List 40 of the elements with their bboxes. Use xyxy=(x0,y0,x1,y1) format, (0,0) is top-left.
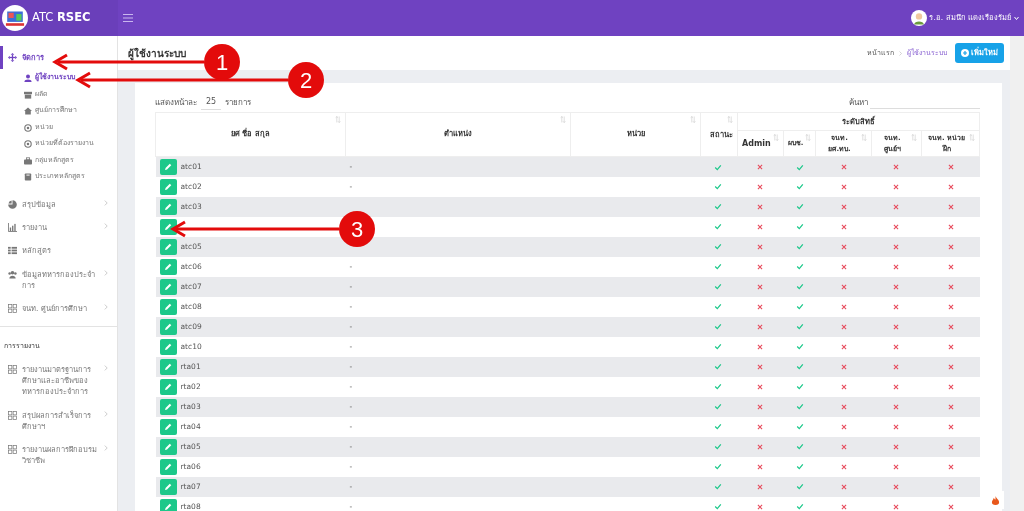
avatar-icon xyxy=(911,10,928,26)
edit-button[interactable] xyxy=(159,218,177,235)
search-label: ค้นหา xyxy=(849,96,868,109)
sort-icon xyxy=(860,134,867,141)
caret-icon xyxy=(1013,15,1020,21)
pie-chart-icon xyxy=(8,199,17,209)
archive-icon xyxy=(24,90,32,99)
sort-icon xyxy=(335,116,341,123)
scrollbar[interactable] xyxy=(1010,36,1024,511)
page-length-select[interactable]: 25 xyxy=(201,95,222,110)
sort-icon xyxy=(772,134,779,141)
sort-icon xyxy=(690,116,696,123)
move-icon xyxy=(8,53,17,62)
annotation-badge: 1 xyxy=(204,44,240,80)
breadcrumb-separator-icon xyxy=(898,49,903,57)
column-header[interactable]: Admin xyxy=(737,130,784,157)
logo-icon xyxy=(2,5,28,31)
page-title: ผู้ใช้งานระบบ xyxy=(128,46,186,61)
users-icon xyxy=(8,269,17,279)
length-label: แสดงหน้าละ xyxy=(155,96,197,109)
bar-chart-icon xyxy=(8,223,17,232)
sort-icon xyxy=(560,116,566,123)
grid-icon xyxy=(8,410,17,420)
plus-circle-icon xyxy=(961,49,969,57)
grid-icon xyxy=(8,445,17,454)
sort-icon xyxy=(727,116,733,123)
home-icon xyxy=(24,107,32,115)
menu-icon xyxy=(122,13,134,23)
book-icon xyxy=(24,173,32,181)
grid-icon xyxy=(8,364,17,374)
grid-icon xyxy=(8,304,17,313)
annotation-badge: 2 xyxy=(288,62,324,98)
sort-icon xyxy=(969,134,975,141)
sort-icon xyxy=(805,134,812,141)
briefcase-icon xyxy=(24,156,32,165)
user-icon xyxy=(24,74,32,82)
sort-icon xyxy=(911,134,918,141)
list-icon xyxy=(8,246,17,256)
length-label: รายการ xyxy=(225,96,252,109)
annotation-badge: 3 xyxy=(339,211,375,247)
